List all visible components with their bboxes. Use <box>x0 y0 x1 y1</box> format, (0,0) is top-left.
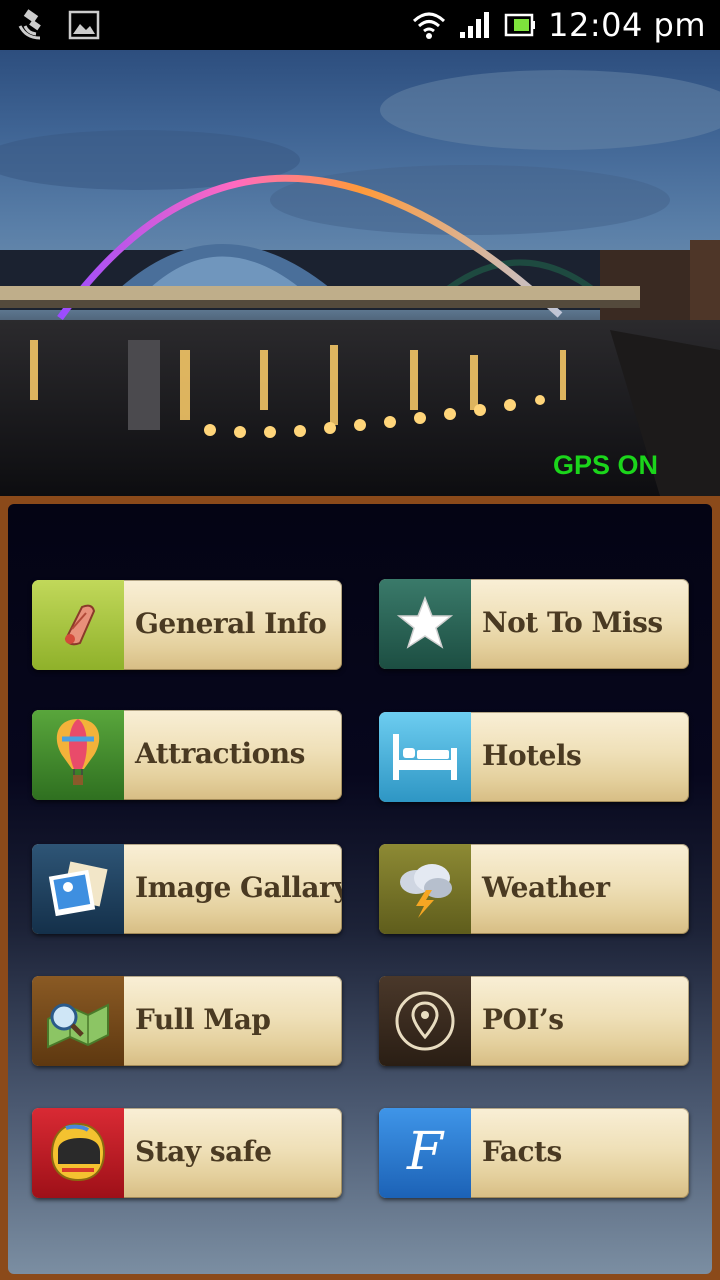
weather-button[interactable]: Weather <box>379 844 689 934</box>
location-pin-icon <box>379 976 471 1066</box>
general-info-button[interactable]: General Info <box>32 580 342 670</box>
status-time: 12:04 pm <box>548 6 706 44</box>
facts-button[interactable]: F Facts <box>379 1108 689 1198</box>
attractions-label: Attractions <box>135 737 305 770</box>
bed-icon <box>379 712 471 802</box>
image-gallary-label: Image Gallary <box>135 871 342 904</box>
map-magnifier-icon <box>32 976 124 1066</box>
pois-button[interactable]: POI’s <box>379 976 689 1066</box>
not-to-miss-button[interactable]: Not To Miss <box>379 579 689 669</box>
hero-photo: GPS ON <box>0 50 720 496</box>
attractions-button[interactable]: Attractions <box>32 710 342 800</box>
photos-icon <box>32 844 124 934</box>
signal-strength-icon <box>460 12 490 38</box>
scroll-map-icon <box>32 580 124 670</box>
image-gallary-button[interactable]: Image Gallary <box>32 844 342 934</box>
letter-f-icon: F <box>379 1108 471 1198</box>
helmet-icon <box>32 1108 124 1198</box>
stay-safe-button[interactable]: Stay safe <box>32 1108 342 1198</box>
pois-label: POI’s <box>482 1003 564 1036</box>
star-icon <box>379 579 471 669</box>
full-map-label: Full Map <box>135 1003 271 1036</box>
gps-status: GPS ON <box>552 450 658 480</box>
stay-safe-label: Stay safe <box>135 1135 272 1168</box>
hotels-label: Hotels <box>482 739 582 772</box>
hotels-button[interactable]: Hotels <box>379 712 689 802</box>
bridge-night-illustration <box>0 70 720 496</box>
battery-icon <box>504 13 536 37</box>
facts-label: Facts <box>482 1135 562 1168</box>
wifi-icon <box>413 12 446 39</box>
not-to-miss-label: Not To Miss <box>482 606 663 639</box>
general-info-label: General Info <box>135 607 327 640</box>
storm-cloud-icon <box>379 844 471 934</box>
svg-text:F: F <box>406 1122 445 1182</box>
full-map-button[interactable]: Full Map <box>32 976 342 1066</box>
weather-label: Weather <box>482 871 610 904</box>
image-notification-icon <box>68 10 100 40</box>
status-bar: 12:04 pm <box>0 0 720 50</box>
gps-satellite-icon <box>18 9 41 40</box>
hot-air-balloon-icon <box>32 710 124 800</box>
